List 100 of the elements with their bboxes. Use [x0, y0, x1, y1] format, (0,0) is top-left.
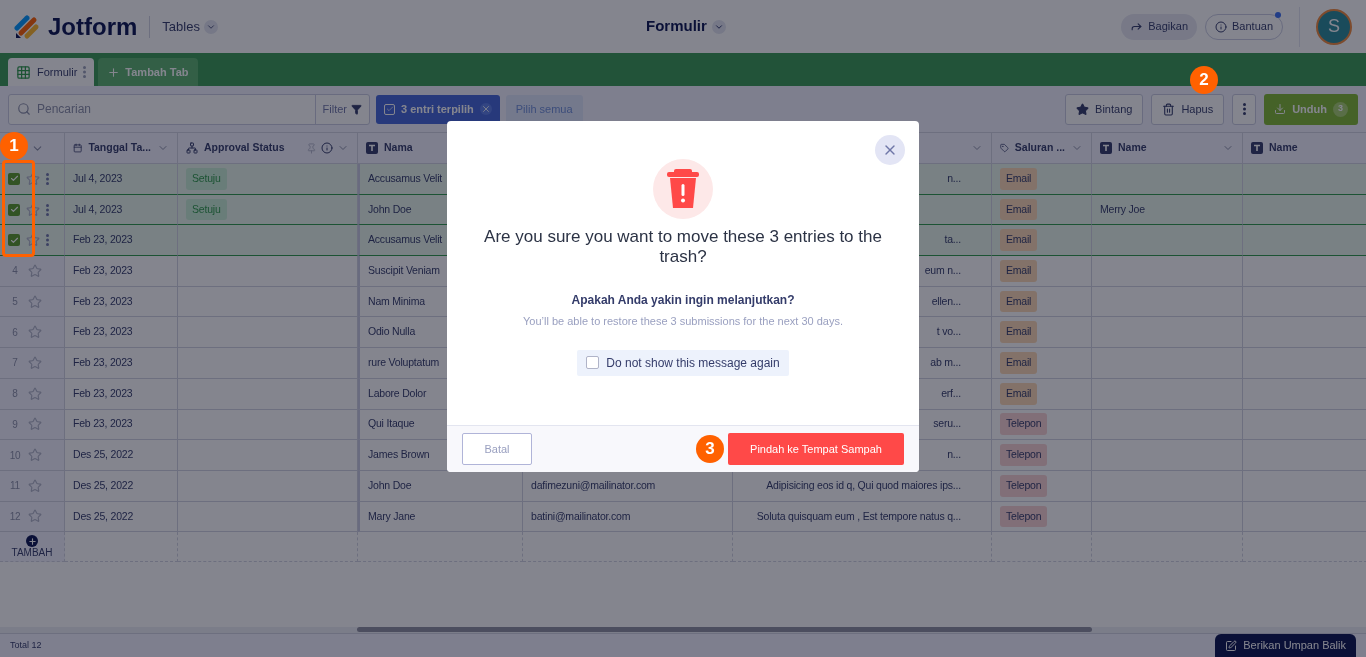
channel-tag: Telepon: [1000, 413, 1048, 436]
table-cell: Feb 23, 2023: [73, 263, 133, 279]
selection-button[interactable]: 3 entri terpilih: [376, 94, 500, 124]
check-icon: [9, 205, 19, 215]
table-cell: eum n...: [924, 263, 961, 279]
tab[interactable]: Formulir: [8, 58, 95, 86]
search-field[interactable]: Pencarian Filter: [8, 93, 370, 125]
row-checkbox[interactable]: [8, 172, 20, 185]
dialog-question: Apakah Anda yakin ingin melanjutkan?: [571, 292, 795, 309]
star-icon[interactable]: [28, 325, 42, 340]
star-icon[interactable]: [28, 294, 42, 309]
feedback-icon: [1225, 639, 1238, 652]
more-icon[interactable]: [46, 234, 49, 247]
share-button[interactable]: Bagikan: [1121, 13, 1197, 40]
table-cell: ab m...: [930, 355, 961, 371]
table-cell-text: Merry Joe: [1100, 201, 1145, 217]
close-button[interactable]: [875, 135, 905, 165]
text-field-icon: [1251, 142, 1263, 154]
table-cell-text: Accusamus Velit: [368, 232, 443, 248]
count-badge: 3: [1333, 101, 1348, 117]
table-cell-text: Nam Minima: [368, 293, 425, 309]
table-cell-text: Mary Jane: [368, 508, 416, 524]
channel-tag: Email: [1000, 260, 1038, 282]
star-icon[interactable]: [28, 478, 42, 493]
more-icon[interactable]: [46, 203, 49, 216]
channel-tag: Email: [1000, 198, 1038, 221]
channel-tag: Email: [1000, 382, 1038, 405]
share-icon: [1130, 20, 1144, 33]
trash-icon: [1162, 102, 1176, 116]
table-cell-text: ellen...: [931, 293, 961, 309]
table-cell-text: Feb 23, 2023: [73, 385, 133, 401]
table-cell-text: ta...: [944, 232, 961, 248]
more-icon[interactable]: [1242, 103, 1246, 115]
channel-tag: Email: [1000, 352, 1038, 374]
scrollbar-thumb[interactable]: [357, 627, 1092, 632]
text-field-icon: [366, 142, 378, 154]
table-cell-text: Soluta quisquam eum , Est tempore natus q...: [756, 508, 961, 524]
table-cell: n...: [947, 447, 961, 463]
total-count: Total 12: [10, 638, 42, 652]
table-cell: Feb 23, 2023: [73, 355, 133, 371]
column-title: Saluran ...: [1014, 140, 1065, 156]
star-button[interactable]: Bintang: [1065, 93, 1144, 125]
calendar-icon: [73, 142, 83, 154]
star-icon[interactable]: [28, 448, 42, 463]
column-title: Approval Status: [204, 140, 285, 156]
grid-icon: [16, 64, 31, 80]
dont-show-checkbox[interactable]: Do not show this message again: [577, 349, 789, 376]
column-title: Tanggal Ta...: [88, 140, 151, 156]
star-icon[interactable]: [28, 417, 42, 432]
star-icon[interactable]: [28, 509, 42, 524]
more-icon[interactable]: [46, 172, 49, 185]
table-cell: rure Voluptatum: [368, 355, 440, 371]
logo-icon: [14, 13, 40, 40]
step-badge: 2: [1190, 66, 1218, 94]
star-icon[interactable]: [28, 355, 42, 370]
form-title-menu[interactable]: Formulir: [646, 15, 726, 38]
table-cell: Des 25, 2022: [73, 447, 134, 463]
table-cell-text: Odio Nulla: [368, 324, 416, 340]
star-icon[interactable]: [28, 386, 42, 401]
user-avatar[interactable]: S: [1316, 8, 1352, 45]
table-cell-text: dafimezuni@mailinator.com: [531, 477, 656, 493]
table-cell-text: Jul 4, 2023: [73, 170, 123, 186]
channel-tag: Email: [1000, 229, 1038, 252]
plus-icon: [107, 65, 121, 79]
star-icon: [1076, 102, 1090, 116]
star-icon[interactable]: [28, 263, 42, 278]
channel-tag: Email: [1000, 290, 1038, 313]
channel-tag: Email: [1000, 321, 1038, 344]
help-icon: [1215, 20, 1227, 33]
more-button[interactable]: [1232, 93, 1257, 125]
clear-icon: [479, 103, 492, 115]
dialog-note: You’ll be able to restore these 3 submissions for the next 30 days.: [523, 314, 843, 329]
row-checkbox[interactable]: [8, 203, 20, 216]
add-tab-button[interactable]: Tambah Tab: [98, 58, 198, 86]
table-cell-text: Labore Dolor: [368, 385, 427, 401]
channel-tag: Email: [1000, 167, 1038, 190]
plus-icon: [27, 536, 37, 546]
hierarchy-icon: [186, 142, 198, 154]
star-icon[interactable]: [26, 233, 40, 248]
more-icon[interactable]: [83, 66, 87, 78]
delete-button[interactable]: Hapus: [1151, 93, 1225, 125]
tag-icon: [1000, 142, 1009, 154]
product-menu[interactable]: Tables: [162, 16, 218, 37]
star-icon[interactable]: [26, 202, 40, 217]
star-icon[interactable]: [26, 171, 40, 186]
filter-button[interactable]: Filter: [314, 94, 369, 124]
empty-cell[interactable]: [358, 532, 523, 563]
check-icon: [385, 105, 394, 113]
download-icon: [1274, 103, 1287, 115]
empty-cell[interactable]: [178, 532, 358, 563]
column-title: Name: [1269, 140, 1298, 156]
check-icon: [9, 174, 19, 184]
table-cell: Suscipit Veniam: [368, 263, 440, 279]
move-to-trash-button[interactable]: Pindah ke Tempat Sampah: [728, 433, 904, 465]
table-cell-text: John Doe: [368, 477, 412, 493]
cancel-button[interactable]: Batal: [462, 433, 532, 465]
table-cell-text: Feb 23, 2023: [73, 232, 133, 248]
filter-icon: [351, 103, 362, 115]
feedback-button[interactable]: Berikan Umpan Balik: [1215, 633, 1356, 657]
row-checkbox[interactable]: [8, 234, 20, 247]
